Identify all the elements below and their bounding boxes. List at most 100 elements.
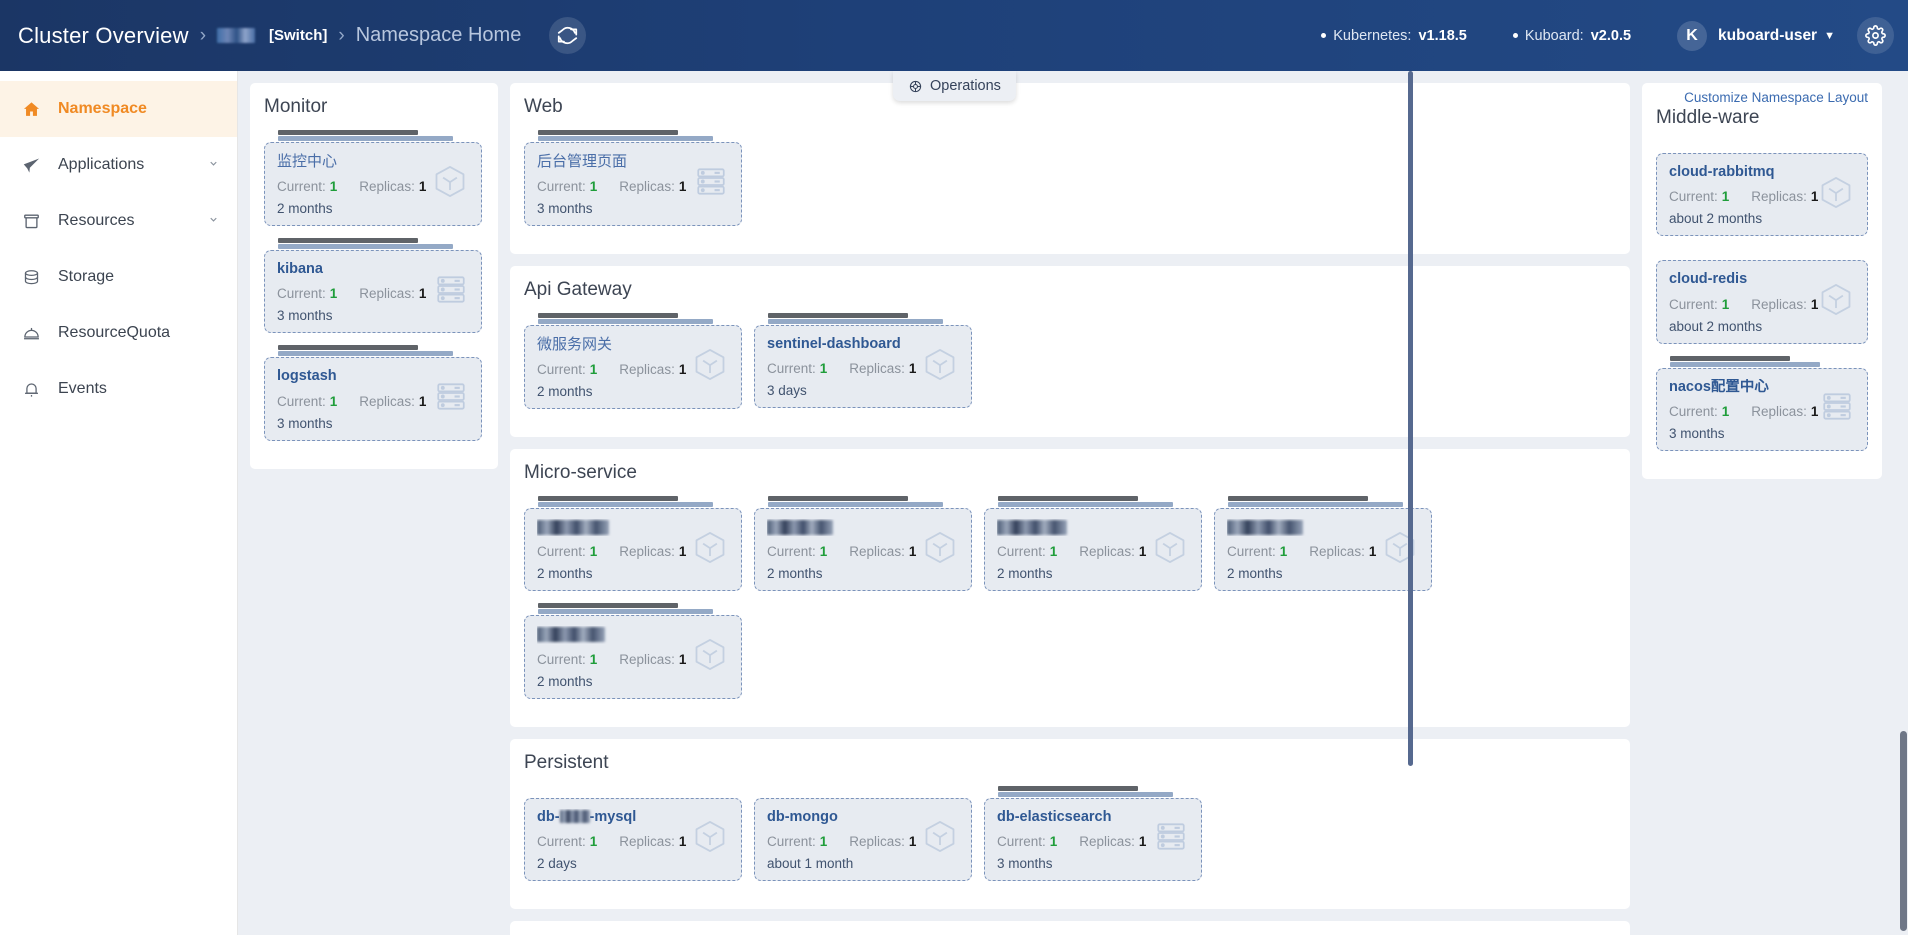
sidebar-item-applications-label: Applications [58, 156, 145, 173]
workload-stats: Current: 1 Replicas: 1 [1227, 543, 1419, 561]
chevron-down-icon[interactable] [208, 214, 219, 228]
workload-current: Current: 1 [1669, 296, 1730, 312]
workload-replicas: Replicas: 1 [849, 544, 917, 560]
customize-namespace-layout-link[interactable]: Customize Namespace Layout [1656, 90, 1868, 106]
workload-stats: Current: 1 Replicas: 1 [1669, 296, 1855, 314]
section-persistent-cards: db- -mysql Current: 1 Replicas: 1 2 days db… [524, 785, 1616, 893]
workload-card: sentinel-dashboard Current: 1 Replicas: 1 … [754, 313, 972, 409]
breadcrumb-separator-2: › [338, 24, 345, 46]
workload-card-body[interactable]: cloud-rabbitmq Current: 1 Replicas: 1 abou… [1656, 152, 1868, 237]
workload-stats: Current: 1 Replicas: 1 [537, 178, 729, 196]
section-api-gateway-title: Api Gateway [524, 279, 632, 300]
workload-bar-gray [538, 313, 678, 318]
workload-card-body[interactable]: 微服务网关 Current: 1 Replicas: 1 2 months [524, 325, 742, 409]
workload-card-body[interactable]: Current: 1 Replicas: 1 2 months [524, 615, 742, 699]
workload-name-redacted [997, 519, 1067, 535]
main-scrollbar[interactable] [1900, 71, 1907, 935]
sidebar-item-storage[interactable]: Storage [0, 249, 237, 305]
workload-card: logstash Current: 1 Replicas: 1 3 months [264, 345, 482, 441]
sidebar-item-events-label: Events [58, 380, 107, 397]
chevron-down-icon[interactable]: ▼ [1824, 30, 1835, 42]
workload-name: 监控中心 [277, 153, 338, 170]
workload-card-body[interactable]: Current: 1 Replicas: 1 2 months [524, 508, 742, 592]
breadcrumb-root[interactable]: Cluster Overview [18, 23, 189, 49]
workload-name: db- -mysql [537, 808, 637, 825]
workload-card-body[interactable]: 监控中心 Current: 1 Replicas: 1 2 months [264, 142, 482, 226]
workload-stats: Current: 1 Replicas: 1 [997, 543, 1189, 561]
cluster-switch-link[interactable]: [Switch] [269, 27, 327, 44]
workload-card-body[interactable]: db-elasticsearch Current: 1 Replicas: 1 3 … [984, 797, 1202, 882]
operations-button[interactable]: Operations [893, 71, 1016, 101]
paper-plane-icon [22, 156, 44, 175]
workload-bar-gray [998, 496, 1138, 501]
refresh-button[interactable] [549, 17, 587, 54]
workload-card-body[interactable]: db- -mysql Current: 1 Replicas: 1 2 days [524, 797, 742, 882]
workload-card-body[interactable]: 后台管理页面 Current: 1 Replicas: 1 3 months [524, 142, 742, 226]
section-persistent-title: Persistent [524, 751, 609, 773]
database-icon [22, 268, 44, 287]
section-middleware-title: Middle-ware [1656, 106, 1760, 128]
workload-age: 3 months [1669, 426, 1725, 442]
workload-card-body[interactable]: Current: 1 Replicas: 1 2 months [1214, 508, 1432, 592]
user-menu-button[interactable]: kuboard-user [1718, 27, 1817, 45]
workload-replicas: Replicas: 1 [619, 544, 687, 560]
workload-bar-gray [768, 496, 908, 501]
left-sidebar: Namespace Applications Resources Storage… [0, 71, 238, 935]
center-scrollbar-thumb[interactable] [1408, 71, 1413, 766]
workload-progress-bars [984, 785, 1202, 797]
workload-card-body[interactable]: db-mongo Current: 1 Replicas: 1 about 1 mo… [754, 797, 972, 882]
workload-current: Current: 1 [537, 362, 598, 377]
workload-replicas: Replicas: 1 [359, 286, 427, 302]
workload-name: kibana [277, 261, 323, 277]
workload-card-body[interactable]: Current: 1 Replicas: 1 2 months [754, 508, 972, 592]
workload-age: 3 months [277, 415, 333, 431]
settings-button[interactable] [1857, 17, 1894, 54]
workload-progress-bars [264, 130, 482, 141]
workload-bar-gray [768, 313, 908, 318]
chevron-down-icon[interactable] [208, 158, 219, 172]
workload-progress-bars [1656, 355, 1868, 367]
workload-card-body[interactable]: nacos配置中心 Current: 1 Replicas: 1 3 months [1656, 367, 1868, 452]
center-scrollbar[interactable] [1408, 71, 1413, 771]
workload-card: db- -mysql Current: 1 Replicas: 1 2 days [524, 786, 742, 882]
workload-progress-bars [754, 496, 972, 507]
workload-progress-bars [754, 313, 972, 324]
sidebar-item-resourcequota[interactable]: ResourceQuota [0, 305, 237, 361]
sidebar-item-applications[interactable]: Applications [0, 137, 237, 193]
workload-stats: Current: 1 Replicas: 1 [537, 543, 729, 561]
workload-bar-gray [278, 345, 418, 351]
workload-card-body[interactable]: kibana Current: 1 Replicas: 1 3 months [264, 250, 482, 334]
workload-name [537, 626, 729, 643]
section-default: Default [510, 921, 1630, 935]
sidebar-item-namespace[interactable]: Namespace [0, 81, 237, 137]
workload-bar-gray [538, 496, 678, 501]
workload-age: 2 months [1227, 566, 1283, 582]
box-icon [22, 212, 44, 231]
workload-bar-gray [1228, 496, 1368, 501]
workload-age: 2 days [537, 856, 577, 872]
main-scrollbar-thumb[interactable] [1900, 731, 1907, 931]
workload-card-body[interactable]: sentinel-dashboard Current: 1 Replicas: 1 … [754, 325, 972, 409]
workload-age: 2 months [537, 673, 593, 689]
workload-current: Current: 1 [997, 544, 1058, 560]
bullet-icon [1321, 33, 1327, 38]
workload-card-body[interactable]: cloud-redis Current: 1 Replicas: 1 about 2… [1656, 260, 1868, 344]
workload-name: db-elasticsearch [997, 808, 1112, 825]
workload-card-body[interactable]: logstash Current: 1 Replicas: 1 3 months [264, 357, 482, 441]
workload-card-body[interactable]: Current: 1 Replicas: 1 2 months [984, 508, 1202, 592]
version-kubernetes-label: Kubernetes: [1333, 27, 1412, 44]
workload-progress-bars [524, 313, 742, 324]
version-kubernetes: Kubernetes: v1.18.5 [1321, 28, 1467, 44]
sidebar-item-resources[interactable]: Resources [0, 193, 237, 249]
version-kubernetes-value: v1.18.5 [1418, 27, 1467, 44]
workload-card: 监控中心 Current: 1 Replicas: 1 2 months [264, 130, 482, 226]
workload-progress-bars [1656, 141, 1868, 152]
workload-bar-blue [278, 244, 453, 249]
top-header: Cluster Overview › [Switch] › Namespace … [0, 0, 1908, 71]
sidebar-item-events[interactable]: Events [0, 361, 237, 417]
cluster-name-redacted [217, 28, 256, 43]
workload-bar-blue [278, 136, 453, 141]
section-web-title: Web [524, 96, 563, 117]
gear-icon [1865, 25, 1886, 46]
workload-stats: Current: 1 Replicas: 1 [767, 543, 959, 561]
